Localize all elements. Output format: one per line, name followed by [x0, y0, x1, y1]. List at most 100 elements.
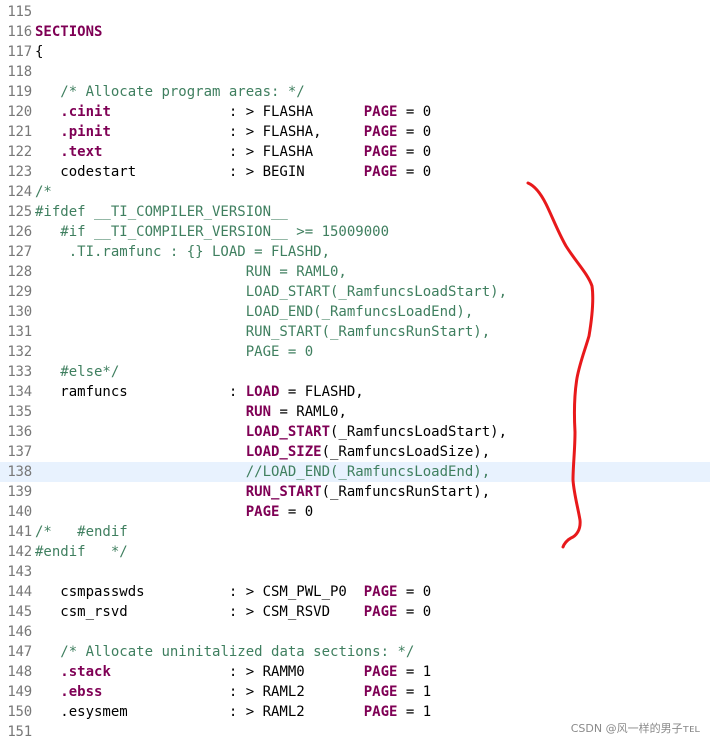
line-number: 124 [7, 184, 32, 200]
code-text: LOAD_SIZE(_RamfuncsLoadSize), [35, 442, 490, 462]
line-number: 121 [7, 124, 32, 140]
comment-token: /* Allocate program areas: */ [60, 84, 305, 100]
line-number: 123 [7, 164, 32, 180]
keyword-token: PAGE [363, 164, 398, 180]
code-text: { [35, 42, 43, 62]
line-number: 131 [7, 324, 32, 340]
code-token: = 0 [397, 124, 432, 140]
line-number: 149 [7, 684, 32, 700]
line-number: 116 [7, 24, 32, 40]
code-line[interactable]: 128 RUN = RAML0, [0, 262, 710, 282]
keyword-token: LOAD [245, 384, 280, 400]
comment-token: PAGE = 0 [35, 344, 314, 360]
code-line[interactable]: 141/* #endif [0, 522, 710, 542]
code-text: .ebss : > RAML2 PAGE = 1 [35, 682, 431, 702]
comment-token: /* #endif [35, 524, 128, 540]
code-text: LOAD_END(_RamfuncsLoadEnd), [35, 302, 474, 322]
code-text: RUN_START(_RamfuncsRunStart), [35, 322, 490, 342]
code-line[interactable]: 145 csm_rsvd : > CSM_RSVD PAGE = 0 [0, 602, 710, 622]
code-token: .esysmem : > RAML2 [35, 704, 364, 720]
code-line[interactable]: 115 [0, 2, 710, 22]
comment-token: /* [35, 184, 52, 200]
code-line[interactable]: 136 LOAD_START(_RamfuncsLoadStart), [0, 422, 710, 442]
code-token: codestart : > BEGIN [35, 164, 364, 180]
line-number: 138 [7, 464, 32, 480]
code-line[interactable]: 121 .pinit : > FLASHA, PAGE = 0 [0, 122, 710, 142]
code-line[interactable]: 144 csmpasswds : > CSM_PWL_P0 PAGE = 0 [0, 582, 710, 602]
code-line[interactable]: 119 /* Allocate program areas: */ [0, 82, 710, 102]
code-token: = 0 [397, 164, 432, 180]
comment-token: #ifdef __TI_COMPILER_VERSION__ [35, 204, 288, 220]
line-number: 117 [7, 44, 32, 60]
keyword-token: PAGE [363, 584, 398, 600]
keyword-token: .ebss [60, 684, 103, 700]
code-token: : > RAML2 [102, 684, 364, 700]
line-number: 137 [7, 444, 32, 460]
code-token: = 1 [397, 664, 432, 680]
line-number: 151 [7, 724, 32, 740]
code-token: = 1 [397, 684, 432, 700]
comment-token: RUN = RAML0, [35, 264, 347, 280]
code-line[interactable]: 138 //LOAD_END(_RamfuncsLoadEnd), [0, 462, 710, 482]
code-line[interactable]: 122 .text : > FLASHA PAGE = 0 [0, 142, 710, 162]
code-line[interactable]: 116 SECTIONS [0, 22, 710, 42]
code-text: PAGE = 0 [35, 342, 313, 362]
keyword-token: LOAD_START [245, 424, 331, 440]
code-line[interactable]: 126 #if __TI_COMPILER_VERSION__ >= 15009… [0, 222, 710, 242]
code-token: = 0 [397, 604, 432, 620]
code-line[interactable]: 120 .cinit : > FLASHA PAGE = 0 [0, 102, 710, 122]
code-line[interactable]: 139 RUN_START(_RamfuncsRunStart), [0, 482, 710, 502]
code-editor[interactable]: 115 116 SECTIONS 117{118 119 /* Allocate pro… [0, 0, 710, 742]
code-line[interactable]: 130 LOAD_END(_RamfuncsLoadEnd), [0, 302, 710, 322]
code-line[interactable]: 147 /* Allocate uninitalized data sectio… [0, 642, 710, 662]
code-line[interactable]: 129 LOAD_START(_RamfuncsLoadStart), [0, 282, 710, 302]
code-line[interactable]: 142 #endif */ [0, 542, 710, 562]
code-line[interactable]: 125 #ifdef __TI_COMPILER_VERSION__ [0, 202, 710, 222]
code-line[interactable]: 146 [0, 622, 710, 642]
code-text: #if __TI_COMPILER_VERSION__ >= 15009000 [35, 222, 389, 242]
line-number: 132 [7, 344, 32, 360]
code-text: .stack : > RAMM0 PAGE = 1 [35, 662, 431, 682]
code-text: RUN = RAML0, [35, 402, 347, 422]
code-line[interactable]: 124/* [0, 182, 710, 202]
code-line[interactable]: 150 .esysmem : > RAML2 PAGE = 1 [0, 702, 710, 722]
code-line[interactable]: 132 PAGE = 0 [0, 342, 710, 362]
code-token: (_RamfuncsRunStart), [321, 484, 491, 500]
code-line[interactable]: 134 ramfuncs : LOAD = FLASHD, [0, 382, 710, 402]
csdn-watermark: CSDN @风一样的男子ᴛᴇʟ [570, 722, 700, 735]
line-number: 145 [7, 604, 32, 620]
line-number: 129 [7, 284, 32, 300]
line-number: 148 [7, 664, 32, 680]
keyword-token: PAGE [363, 604, 398, 620]
code-token: = 1 [397, 704, 432, 720]
code-line[interactable]: 148 .stack : > RAMM0 PAGE = 1 [0, 662, 710, 682]
keyword-token: SECTIONS [35, 24, 103, 40]
code-line[interactable]: 123 codestart : > BEGIN PAGE = 0 [0, 162, 710, 182]
code-line[interactable]: 143 [0, 562, 710, 582]
code-line[interactable]: 140 PAGE = 0 [0, 502, 710, 522]
comment-token: .TI.ramfunc : {} LOAD = FLASHD, [35, 244, 331, 260]
line-number: 136 [7, 424, 32, 440]
code-line[interactable]: 117{ [0, 42, 710, 62]
code-token: csmpasswds : > CSM_PWL_P0 [35, 584, 364, 600]
code-token: = RAML0, [271, 404, 347, 420]
line-number: 135 [7, 404, 32, 420]
line-number: 133 [7, 364, 32, 380]
code-line[interactable]: 118 [0, 62, 710, 82]
code-line[interactable]: 149 .ebss : > RAML2 PAGE = 1 [0, 682, 710, 702]
code-token: = 0 [397, 104, 432, 120]
line-number: 134 [7, 384, 32, 400]
code-line[interactable]: 135 RUN = RAML0, [0, 402, 710, 422]
code-line[interactable]: 133 #else*/ [0, 362, 710, 382]
code-text: /* #endif [35, 522, 128, 542]
comment-token: LOAD_END(_RamfuncsLoadEnd), [35, 304, 474, 320]
code-line[interactable]: 127 .TI.ramfunc : {} LOAD = FLASHD, [0, 242, 710, 262]
code-token: { [35, 44, 44, 60]
code-line[interactable]: 137 LOAD_SIZE(_RamfuncsLoadSize), [0, 442, 710, 462]
code-line[interactable]: 131 RUN_START(_RamfuncsRunStart), [0, 322, 710, 342]
